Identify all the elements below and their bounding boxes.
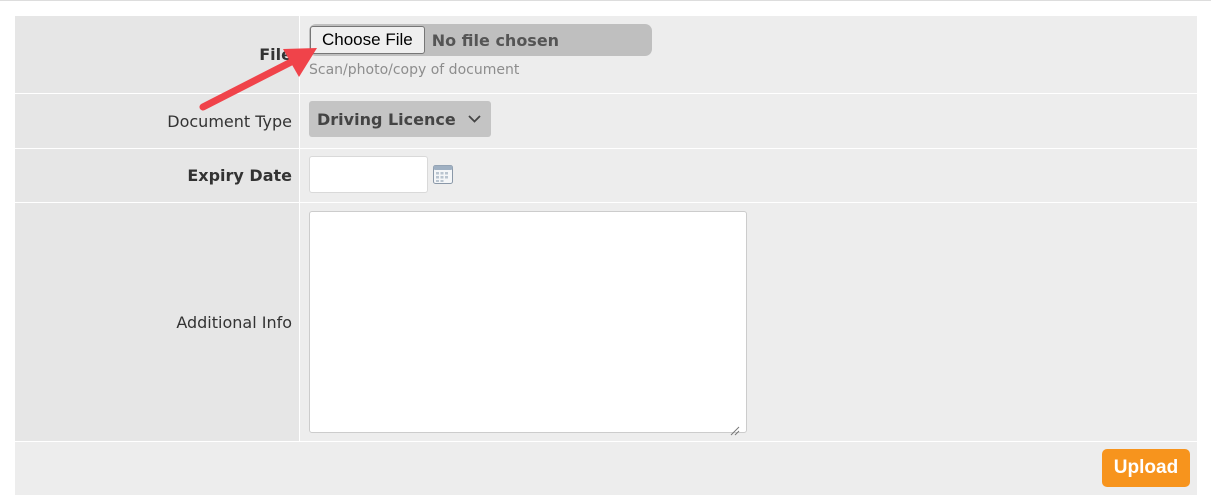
- calendar-icon[interactable]: [432, 163, 454, 185]
- actions-cell: Upload: [15, 442, 1197, 495]
- file-help-text: Scan/photo/copy of document: [309, 62, 520, 78]
- document-type-label-cell: Document Type: [15, 94, 300, 148]
- upload-document-form: File Choose File No file chosen Scan/pho…: [15, 16, 1197, 496]
- file-field-cell: Choose File No file chosen Scan/photo/co…: [300, 16, 1197, 93]
- file-label-cell: File: [15, 16, 300, 93]
- document-type-row: Document Type Driving Licence: [15, 94, 1197, 149]
- additional-info-row: Additional Info: [15, 203, 1197, 442]
- document-type-label: Document Type: [167, 111, 292, 131]
- choose-file-button[interactable]: Choose File: [310, 26, 425, 54]
- additional-info-label-cell: Additional Info: [15, 203, 300, 441]
- expiry-date-row: Expiry Date: [15, 149, 1197, 203]
- additional-info-label: Additional Info: [176, 312, 292, 332]
- document-type-selected: Driving Licence: [317, 109, 456, 129]
- top-divider: [0, 0, 1211, 1]
- document-type-select[interactable]: Driving Licence: [309, 101, 491, 137]
- chevron-down-icon: [468, 115, 481, 123]
- additional-info-field-cell: [300, 203, 1197, 441]
- expiry-date-label-cell: Expiry Date: [15, 149, 300, 202]
- upload-button[interactable]: Upload: [1102, 449, 1190, 487]
- file-row: File Choose File No file chosen Scan/pho…: [15, 16, 1197, 94]
- expiry-date-label: Expiry Date: [187, 166, 292, 185]
- expiry-date-input[interactable]: [309, 156, 428, 193]
- file-input[interactable]: Choose File No file chosen: [309, 24, 652, 56]
- additional-info-textarea[interactable]: [309, 211, 747, 433]
- expiry-date-field-cell: [300, 149, 1197, 202]
- file-label: File: [259, 45, 292, 64]
- file-status-text: No file chosen: [431, 30, 560, 50]
- actions-row: Upload: [15, 442, 1197, 496]
- resize-grip-icon[interactable]: [728, 421, 740, 436]
- document-type-field-cell: Driving Licence: [300, 94, 1197, 148]
